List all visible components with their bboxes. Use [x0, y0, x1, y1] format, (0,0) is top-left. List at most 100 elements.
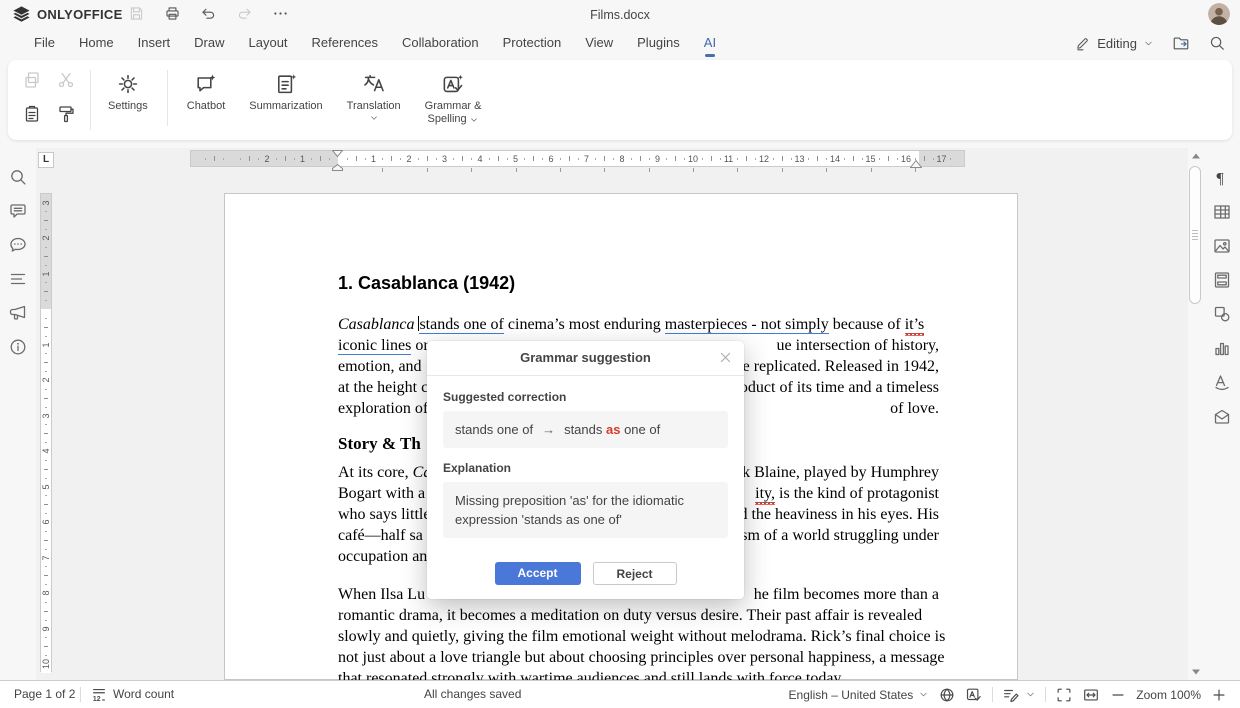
document-text: When Ilsa Lu	[338, 586, 425, 603]
close-icon[interactable]	[718, 350, 733, 365]
toolbar-button-label: Chatbot	[187, 100, 226, 113]
chat-icon[interactable]	[8, 235, 28, 255]
ruler-mark	[560, 168, 561, 172]
menu-right-controls: Editing	[1075, 28, 1226, 58]
first-line-indent-marker[interactable]	[332, 150, 343, 157]
comments-icon[interactable]	[8, 201, 28, 221]
mode-selector[interactable]: Editing	[1075, 35, 1154, 51]
chart-settings-icon[interactable]	[1212, 338, 1232, 358]
menu-bar: FileHomeInsertDrawLayoutReferencesCollab…	[0, 28, 1240, 58]
dialog-header[interactable]: Grammar suggestion	[427, 341, 744, 376]
statusbar-divider	[80, 687, 81, 702]
ruler-mark	[755, 158, 756, 160]
document-text: At its core,	[338, 464, 413, 481]
ruler-number: 1	[371, 153, 376, 165]
tab-ai[interactable]: AI	[692, 28, 728, 58]
scroll-down-button[interactable]	[1188, 664, 1204, 680]
scroll-up-button[interactable]	[1188, 148, 1204, 164]
left-indent-marker[interactable]	[332, 164, 343, 174]
ruler-mark	[693, 168, 694, 172]
paste-button[interactable]	[22, 104, 42, 124]
zoom-in-icon[interactable]	[1210, 686, 1228, 704]
tab-layout[interactable]: Layout	[237, 28, 300, 58]
fit-page-icon[interactable]	[1055, 686, 1073, 704]
table-settings-icon[interactable]	[1212, 202, 1232, 222]
tab-insert[interactable]: Insert	[126, 28, 183, 58]
tab-stop-selector[interactable]: L	[38, 152, 54, 168]
vertical-ruler[interactable]: 12312345678910	[40, 193, 52, 672]
zoom-level[interactable]: Zoom 100%	[1136, 688, 1201, 702]
tab-view[interactable]: View	[573, 28, 625, 58]
ruler-mark	[915, 168, 916, 172]
cut-button[interactable]	[56, 70, 76, 90]
ruler-mark	[240, 158, 241, 160]
line-text-left: occupation an	[338, 546, 427, 567]
accept-button[interactable]: Accept	[495, 562, 581, 585]
language-selector[interactable]: English – United States	[789, 688, 914, 702]
ruler-mark	[613, 158, 614, 160]
toolbar-button-summarization[interactable]: Summarization	[237, 66, 334, 130]
ruler-mark	[45, 620, 47, 621]
image-settings-icon[interactable]	[1212, 236, 1232, 256]
word-count-label[interactable]: Word count	[113, 681, 174, 708]
header-footer-settings-icon[interactable]	[1212, 270, 1232, 290]
search-icon[interactable]	[8, 167, 28, 187]
avatar[interactable]	[1208, 3, 1230, 25]
spellcheck-icon[interactable]	[965, 686, 983, 704]
toolbar-button-grammar-spelling[interactable]: Grammar &Spelling	[413, 66, 494, 130]
ruler-number: 3	[442, 153, 447, 165]
zoom-out-icon[interactable]	[1109, 686, 1127, 704]
corrected-text: stands	[564, 422, 606, 437]
toolbar-button-settings[interactable]: Settings	[96, 66, 160, 130]
document-line: not just about a love triangle but about…	[338, 647, 939, 668]
ruler-mark	[311, 158, 312, 160]
tab-protection[interactable]: Protection	[491, 28, 574, 58]
vertical-scrollbar[interactable]	[1188, 148, 1204, 680]
line-text-left: When Ilsa Lu	[338, 584, 425, 605]
toolbar-button-chatbot[interactable]: Chatbot	[175, 66, 238, 130]
ruler-mark	[44, 540, 48, 541]
toolbar-button-translation[interactable]: Translation	[335, 66, 413, 130]
ruler-mark	[44, 646, 48, 647]
track-changes-icon[interactable]	[1002, 686, 1020, 704]
tab-plugins[interactable]: Plugins	[625, 28, 692, 58]
copy-button[interactable]	[22, 70, 42, 90]
ruler-mark	[45, 549, 47, 550]
right-indent-marker[interactable]	[910, 159, 922, 168]
ruler-mark	[45, 318, 47, 319]
toolbar-divider	[90, 70, 91, 130]
page-indicator[interactable]: Page 1 of 2	[14, 681, 75, 708]
reject-button[interactable]: Reject	[593, 562, 677, 585]
tab-file[interactable]: File	[22, 28, 67, 58]
word-count-icon[interactable]: 12	[90, 686, 108, 704]
mail-merge-icon[interactable]	[1212, 406, 1232, 426]
tab-draw[interactable]: Draw	[182, 28, 236, 58]
ruler-mark	[45, 584, 47, 585]
shape-settings-icon[interactable]	[1212, 304, 1232, 324]
ruler-mark	[45, 407, 47, 408]
about-icon[interactable]	[8, 337, 28, 357]
search-icon[interactable]	[1208, 34, 1226, 52]
navigation-icon[interactable]	[8, 269, 28, 289]
document-line: Casablanca stands one of cinema’s most e…	[338, 314, 939, 335]
chevron-down-icon[interactable]	[1025, 689, 1036, 700]
ruler-mark	[45, 442, 47, 443]
tab-home[interactable]: Home	[67, 28, 126, 58]
ruler-mark	[45, 655, 47, 656]
ruler-number: 2	[41, 233, 51, 243]
tab-collaboration[interactable]: Collaboration	[390, 28, 491, 58]
scrollbar-thumb[interactable]	[1189, 166, 1201, 304]
chevron-down-icon[interactable]	[918, 689, 929, 700]
format-painter-button[interactable]	[56, 104, 76, 124]
set-document-language-icon[interactable]	[938, 686, 956, 704]
text-art-settings-icon[interactable]	[1212, 372, 1232, 392]
feedback-icon[interactable]	[8, 303, 28, 323]
tab-references[interactable]: References	[300, 28, 390, 58]
fit-width-icon[interactable]	[1082, 686, 1100, 704]
horizontal-ruler[interactable]: 121234567891011121314151617	[190, 150, 965, 167]
open-file-location-icon[interactable]	[1172, 34, 1190, 52]
paragraph-settings-icon[interactable]: ¶	[1212, 168, 1232, 188]
document-title: Films.docx	[0, 8, 1240, 22]
ruler-mark	[44, 362, 48, 363]
ruler-mark	[888, 156, 889, 161]
